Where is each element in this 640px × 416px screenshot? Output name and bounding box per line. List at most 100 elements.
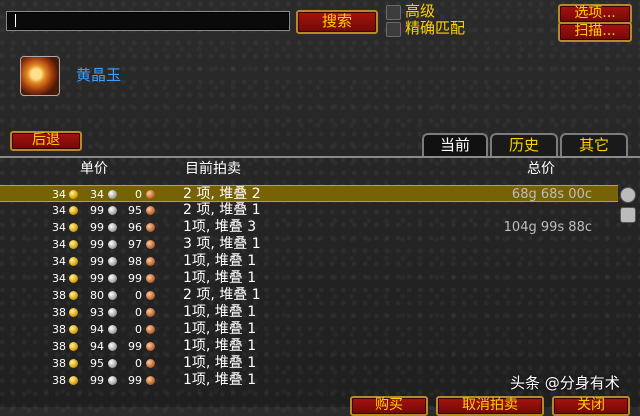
gold-amount: 38 — [52, 340, 66, 353]
column-current-auctions[interactable]: 目前拍卖 — [185, 158, 241, 178]
table-row[interactable]: 34 99 95 2 项, 堆叠 1 — [0, 202, 618, 219]
gold-amount: 38 — [52, 289, 66, 302]
copper-coin-icon — [146, 206, 155, 215]
table-row[interactable]: 34 99 99 1项, 堆叠 1 — [0, 270, 618, 287]
gold-coin-icon — [69, 257, 78, 266]
table-row[interactable]: 38 94 0 1项, 堆叠 1 — [0, 321, 618, 338]
gold-amount: 34 — [52, 188, 66, 201]
advanced-label: 高级 — [405, 2, 436, 20]
current-auction: 1项, 堆叠 1 — [183, 355, 257, 371]
table-row[interactable]: 34 34 0 2 项, 堆叠 2 68g 68s 00c — [0, 185, 618, 202]
copper-coin-icon — [146, 240, 155, 249]
copper-amount: 97 — [128, 238, 142, 251]
copper-amount: 0 — [135, 289, 142, 302]
tab-other[interactable]: 其它 — [560, 133, 628, 157]
total-price: 68g 68s 00c — [511, 187, 592, 202]
gold-amount: 34 — [52, 238, 66, 251]
copper-coin-icon — [146, 359, 155, 368]
current-auction: 1项, 堆叠 1 — [183, 321, 257, 337]
table-row[interactable]: 38 93 0 1项, 堆叠 1 — [0, 304, 618, 321]
copper-coin-icon — [146, 325, 155, 334]
copper-coin-icon — [146, 308, 155, 317]
exact-match-checkbox[interactable] — [386, 22, 401, 37]
silver-amount: 99 — [90, 238, 104, 251]
back-button[interactable]: 后退 — [10, 131, 82, 151]
gold-amount: 38 — [52, 306, 66, 319]
copper-coin-icon — [146, 274, 155, 283]
exact-match-label: 精确匹配 — [405, 19, 466, 37]
search-button[interactable]: 搜索 — [296, 10, 378, 34]
gold-coin-icon — [69, 190, 78, 199]
copper-amount: 98 — [128, 255, 142, 268]
current-auction: 1项, 堆叠 1 — [183, 270, 257, 286]
copper-coin-icon — [146, 223, 155, 232]
cancel-auction-button[interactable]: 取消拍卖 — [436, 396, 544, 416]
copper-coin-icon — [146, 376, 155, 385]
table-row[interactable]: 34 99 96 1项, 堆叠 3 104g 99s 88c — [0, 219, 618, 236]
silver-amount: 99 — [90, 255, 104, 268]
gold-coin-icon — [69, 308, 78, 317]
current-auction: 1项, 堆叠 1 — [183, 253, 257, 269]
gold-amount: 34 — [52, 272, 66, 285]
silver-coin-icon — [108, 190, 117, 199]
table-row[interactable]: 34 99 97 3 项, 堆叠 1 — [0, 236, 618, 253]
silver-amount: 99 — [90, 221, 104, 234]
topaz-gem-icon[interactable] — [20, 56, 60, 96]
gold-coin-icon — [69, 274, 78, 283]
current-auction: 2 项, 堆叠 1 — [183, 202, 261, 218]
silver-coin-icon — [108, 240, 117, 249]
gold-coin-icon — [69, 342, 78, 351]
current-auction: 1项, 堆叠 3 — [183, 219, 257, 235]
silver-amount: 99 — [90, 204, 104, 217]
tab-history[interactable]: 历史 — [490, 133, 558, 157]
silver-amount: 93 — [90, 306, 104, 319]
gold-coin-icon — [69, 325, 78, 334]
gold-coin-icon — [69, 240, 78, 249]
copper-amount: 99 — [128, 374, 142, 387]
silver-coin-icon — [108, 376, 117, 385]
gold-amount: 34 — [52, 204, 66, 217]
item-name[interactable]: 黄晶玉 — [76, 64, 121, 85]
silver-amount: 99 — [90, 374, 104, 387]
gold-amount: 34 — [52, 221, 66, 234]
silver-coin-icon — [108, 274, 117, 283]
copper-coin-icon — [146, 291, 155, 300]
gold-amount: 38 — [52, 323, 66, 336]
silver-amount: 94 — [90, 323, 104, 336]
silver-amount: 34 — [90, 188, 104, 201]
table-row[interactable]: 38 94 99 1项, 堆叠 1 — [0, 338, 618, 355]
table-row[interactable]: 38 80 0 2 项, 堆叠 1 — [0, 287, 618, 304]
advanced-checkbox[interactable] — [386, 5, 401, 20]
column-total-price[interactable]: 总价 — [527, 158, 555, 178]
silver-amount: 80 — [90, 289, 104, 302]
copper-amount: 0 — [135, 188, 142, 201]
current-auction: 2 项, 堆叠 2 — [183, 186, 261, 202]
column-unit-price[interactable]: 单价 — [80, 158, 108, 178]
copper-amount: 96 — [128, 221, 142, 234]
scrollbar-thumb[interactable] — [620, 207, 636, 223]
table-row[interactable]: 38 95 0 1项, 堆叠 1 — [0, 355, 618, 372]
silver-coin-icon — [108, 206, 117, 215]
silver-amount: 95 — [90, 357, 104, 370]
copper-coin-icon — [146, 342, 155, 351]
buy-button[interactable]: 购买 — [350, 396, 428, 416]
options-button[interactable]: 选项... — [558, 4, 632, 24]
gold-coin-icon — [69, 376, 78, 385]
gold-coin-icon — [69, 291, 78, 300]
table-row[interactable]: 34 99 98 1项, 堆叠 1 — [0, 253, 618, 270]
tab-current[interactable]: 当前 — [422, 133, 488, 157]
watermark: 头条 @分身有术 — [510, 374, 620, 392]
silver-coin-icon — [108, 325, 117, 334]
search-input[interactable] — [6, 11, 290, 31]
gold-coin-icon — [69, 359, 78, 368]
current-auction: 1项, 堆叠 1 — [183, 304, 257, 320]
copper-amount: 0 — [135, 306, 142, 319]
copper-amount: 99 — [128, 340, 142, 353]
scan-button[interactable]: 扫描... — [558, 22, 632, 42]
scroll-up-button[interactable] — [620, 187, 636, 203]
close-button[interactable]: 关闭 — [552, 396, 630, 416]
silver-coin-icon — [108, 223, 117, 232]
silver-amount: 94 — [90, 340, 104, 353]
silver-amount: 99 — [90, 272, 104, 285]
silver-coin-icon — [108, 308, 117, 317]
